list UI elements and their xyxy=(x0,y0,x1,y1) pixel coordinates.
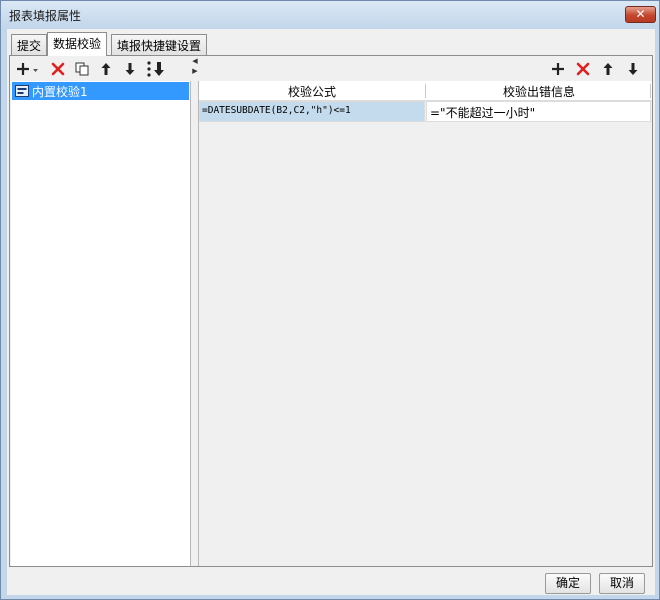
formula-cell[interactable]: =DATESUBDATE(B2,C2,"h")<=1 xyxy=(199,101,425,122)
column-divider[interactable] xyxy=(650,84,651,98)
column-header-formula[interactable]: 校验公式 xyxy=(199,83,425,100)
copy-icon[interactable] xyxy=(72,59,92,79)
dialog-client: 提交 数据校验 填报快捷键设置 内置校验1 ◀ ▶ 校验公式 校验出错信息 =D… xyxy=(7,29,655,595)
message-cell[interactable]: ="不能超过一小时" xyxy=(426,101,651,122)
dialog-window: 报表填报属性 ✕ 提交 数据校验 填报快捷键设置 内置校验1 ◀ ▶ 校验公式 … xyxy=(0,0,660,600)
delete-icon[interactable] xyxy=(573,59,593,79)
add-dropdown-icon[interactable] xyxy=(14,59,40,79)
tab-shortcut-settings[interactable]: 填报快捷键设置 xyxy=(111,34,208,55)
list-item-builtin-validation[interactable]: 内置校验1 xyxy=(12,82,189,100)
validation-grid[interactable]: 校验公式 校验出错信息 =DATESUBDATE(B2,C2,"h")<=1 =… xyxy=(198,81,652,566)
list-item-label: 内置校验1 xyxy=(32,85,88,99)
column-header-message[interactable]: 校验出错信息 xyxy=(426,83,652,100)
tab-data-validation[interactable]: 数据校验 xyxy=(47,32,108,56)
cancel-button[interactable]: 取消 xyxy=(599,573,645,594)
validation-list[interactable]: 内置校验1 xyxy=(11,81,191,566)
move-up-icon[interactable] xyxy=(598,59,618,79)
collapse-left-icon[interactable]: ◀ xyxy=(192,57,198,65)
move-bottom-icon[interactable] xyxy=(144,59,168,79)
tab-panel: 内置校验1 ◀ ▶ 校验公式 校验出错信息 =DATESUBDATE(B2,C2… xyxy=(9,55,653,567)
move-down-icon[interactable] xyxy=(623,59,643,79)
delete-icon[interactable] xyxy=(48,59,68,79)
validation-item-icon xyxy=(15,85,29,97)
tab-submit[interactable]: 提交 xyxy=(11,34,48,55)
window-title: 报表填报属性 xyxy=(9,9,82,23)
left-toolbar xyxy=(12,58,192,80)
add-icon[interactable] xyxy=(548,59,568,79)
collapse-right-icon[interactable]: ▶ xyxy=(192,67,198,75)
ok-button[interactable]: 确定 xyxy=(545,573,591,594)
title-bar[interactable]: 报表填报属性 ✕ xyxy=(1,1,659,29)
move-down-icon[interactable] xyxy=(120,59,140,79)
move-up-icon[interactable] xyxy=(96,59,116,79)
right-toolbar xyxy=(548,58,648,80)
grid-header: 校验公式 校验出错信息 xyxy=(199,81,652,101)
table-row[interactable]: =DATESUBDATE(B2,C2,"h")<=1 ="不能超过一小时" xyxy=(199,101,652,122)
close-button[interactable]: ✕ xyxy=(625,6,656,23)
